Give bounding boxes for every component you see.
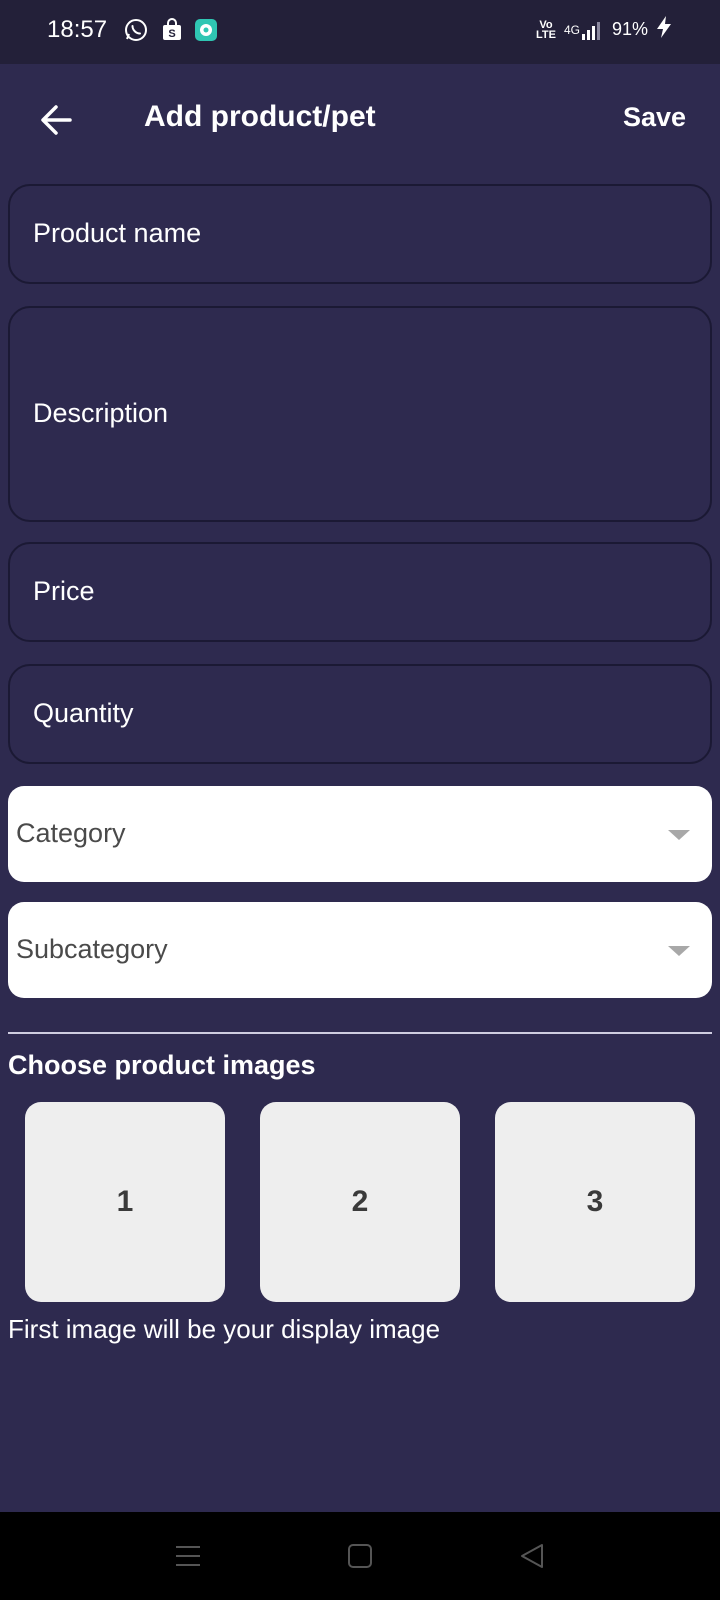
signal-icon: 4G — [564, 20, 604, 40]
page-title: Add product/pet — [144, 100, 376, 133]
description-field[interactable]: Description — [8, 306, 712, 522]
display-image-hint: First image will be your display image — [8, 1314, 441, 1344]
description-label: Description — [33, 398, 169, 428]
network-type: 4G — [563, 22, 580, 37]
save-button[interactable]: Save — [623, 102, 686, 133]
app-notification-icon — [194, 18, 220, 44]
status-bar: 18:57 S Vo LTE 4G 91% — [0, 0, 720, 64]
images-section-title: Choose product images — [8, 1050, 316, 1080]
product-name-field[interactable]: Product name — [8, 184, 712, 284]
image-slot-1[interactable]: 1 — [25, 1102, 225, 1302]
status-time: 18:57 — [47, 16, 108, 43]
svg-text:S: S — [168, 28, 175, 40]
battery-level: 91% — [611, 19, 648, 39]
image-slot-2[interactable]: 2 — [260, 1102, 460, 1302]
subcategory-label: Subcategory — [16, 934, 168, 964]
product-name-label: Product name — [33, 218, 202, 248]
whatsapp-icon — [124, 18, 150, 44]
status-right-group: Vo LTE 4G 91% — [536, 16, 672, 43]
app-bar: Add product/pet Save — [0, 64, 720, 176]
shopping-bag-icon: S — [160, 18, 186, 44]
battery-charging-icon — [656, 16, 672, 43]
chevron-down-icon — [668, 830, 690, 840]
home-icon[interactable] — [344, 1540, 376, 1572]
category-label: Category — [16, 818, 126, 848]
back-triangle-icon[interactable] — [516, 1540, 548, 1572]
price-field[interactable]: Price — [8, 542, 712, 642]
chevron-down-icon — [668, 946, 690, 956]
price-label: Price — [33, 576, 95, 606]
divider — [8, 1032, 712, 1034]
image-slot-3[interactable]: 3 — [495, 1102, 695, 1302]
volte-indicator: Vo LTE — [535, 18, 556, 41]
system-nav-bar — [0, 1512, 720, 1600]
category-dropdown[interactable]: Category — [8, 786, 712, 882]
quantity-field[interactable]: Quantity — [8, 664, 712, 764]
back-arrow-icon[interactable] — [36, 100, 76, 140]
menu-icon[interactable] — [172, 1540, 204, 1572]
quantity-label: Quantity — [33, 698, 134, 728]
subcategory-dropdown[interactable]: Subcategory — [8, 902, 712, 998]
